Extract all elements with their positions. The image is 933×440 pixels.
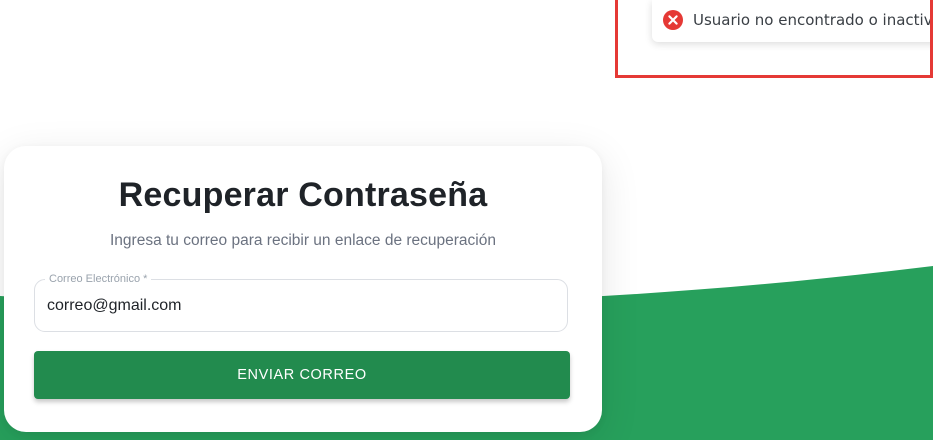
- page-subtitle: Ingresa tu correo para recibir un enlace…: [109, 232, 496, 249]
- highlight-annotation-box: [615, 0, 933, 78]
- email-input[interactable]: [47, 293, 547, 319]
- email-field-label: Correo Electrónico *: [45, 272, 152, 286]
- send-email-button[interactable]: ENVIAR CORREO: [34, 351, 570, 399]
- email-field[interactable]: Correo Electrónico *: [34, 272, 568, 332]
- password-recovery-card: Recuperar Contraseña Ingresa tu correo p…: [4, 146, 602, 432]
- page-title: Recuperar Contraseña: [118, 176, 488, 214]
